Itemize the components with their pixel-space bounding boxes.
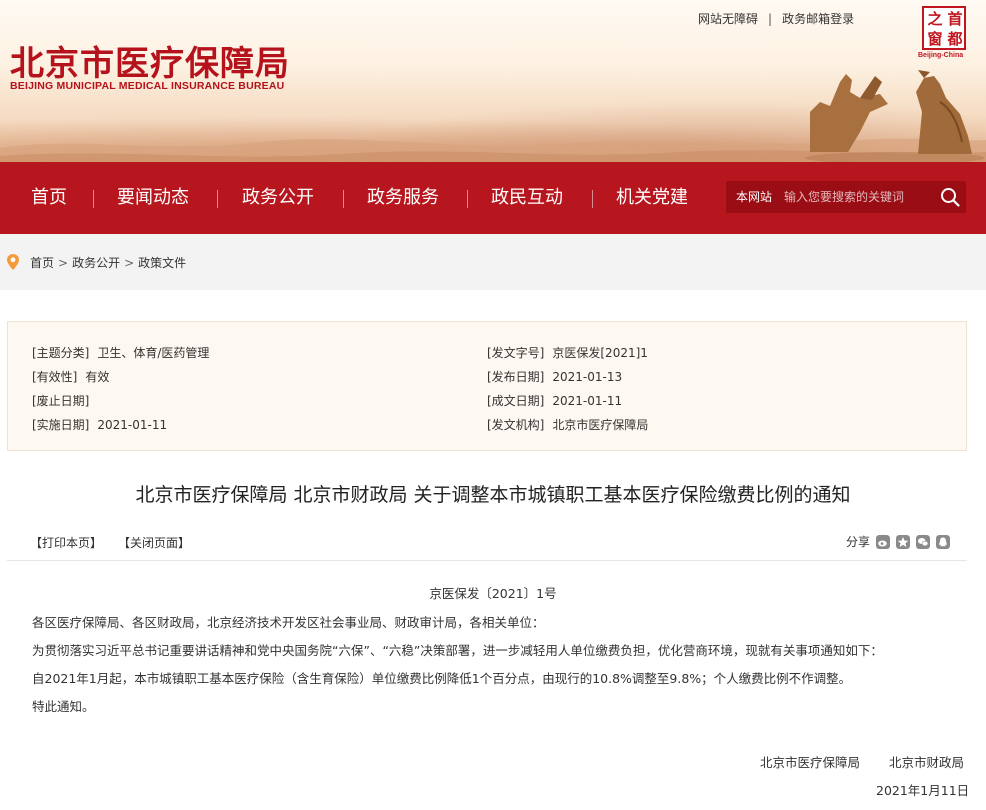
nav-item-gov-service[interactable]: 政务服务 — [367, 162, 439, 234]
search-icon[interactable] — [936, 183, 964, 211]
paragraph-closing: 特此通知。 — [32, 699, 95, 714]
nav-item-interaction[interactable]: 政民互动 — [491, 162, 563, 234]
site-logo-title[interactable]: 北京市医疗保障局 — [10, 36, 290, 85]
paragraph-background: 为贯彻落实习近平总书记重要讲话精神和党中央国务院“六保”、“六稳”决策部署，进一… — [32, 643, 883, 658]
breadcrumb-gov-info[interactable]: 政务公开 — [72, 256, 120, 270]
seal-char: 之 — [927, 10, 943, 28]
qq-icon[interactable] — [936, 534, 951, 549]
meta-value: 北京市医疗保障局 — [552, 418, 649, 432]
meta-key: [发文机构] — [487, 418, 545, 432]
meta-value: 2021-01-11 — [97, 418, 168, 432]
meta-validity: [有效性] 有效 — [32, 368, 109, 385]
meta-key: [成文日期] — [487, 394, 545, 408]
nav-item-home[interactable]: 首页 — [31, 162, 67, 234]
meta-value: 卫生、体育/医药管理 — [97, 346, 210, 360]
paragraph-recipients: 各区医疗保障局、各区财政局，北京经济技术开发区社会事业局、财政审计局，各相关单位… — [32, 615, 545, 630]
breadcrumb-separator: > — [58, 256, 69, 270]
article-title: 北京市医疗保障局 北京市财政局 关于调整本市城镇职工基本医疗保险缴费比例的通知 — [135, 484, 851, 506]
site-header: 北京市医疗保障局 BEIJING MUNICIPAL MEDICAL INSUR… — [0, 0, 986, 162]
capital-window-seal[interactable]: 之 首 窗 都 — [922, 6, 966, 50]
breadcrumb-bar: 首页 > 政务公开 > 政策文件 — [0, 234, 986, 290]
search-input[interactable] — [784, 185, 932, 209]
breadcrumb: 首页 > 政务公开 > 政策文件 — [30, 254, 186, 271]
document-number: 京医保发〔2021〕1号 — [429, 586, 557, 601]
seal-char: 首 — [947, 10, 963, 28]
breadcrumb-home[interactable]: 首页 — [30, 256, 54, 270]
qzone-icon[interactable] — [896, 534, 911, 549]
nav-divider — [343, 190, 344, 208]
share-bar: 分享 — [846, 533, 951, 550]
breadcrumb-separator: > — [124, 256, 135, 270]
weibo-icon[interactable] — [876, 534, 891, 549]
search-scope-select[interactable]: 本网站 — [728, 181, 780, 213]
meta-key: [主题分类] — [32, 346, 90, 360]
seal-label: Beijing-China — [918, 52, 964, 59]
meta-publish-date: [发布日期] 2021-01-13 — [487, 368, 622, 385]
document-metadata: [主题分类] 卫生、体育/医药管理 [有效性] 有效 [废止日期] [实施日期] 20… — [7, 321, 967, 451]
nav-item-gov-info[interactable]: 政务公开 — [242, 162, 314, 234]
location-pin-icon — [7, 254, 19, 270]
paragraph-policy: 自2021年1月起，本市城镇职工基本医疗保险（含生育保险）单位缴费比例降低1个百… — [32, 671, 852, 686]
meta-topic: [主题分类] 卫生、体育/医药管理 — [32, 344, 209, 361]
meta-repeal-date: [废止日期] — [32, 392, 97, 409]
seal-char: 都 — [947, 30, 963, 48]
meta-value: 有效 — [85, 370, 110, 384]
meta-key: [发布日期] — [487, 370, 545, 384]
nav-divider — [93, 190, 94, 208]
wechat-icon[interactable] — [916, 534, 931, 549]
meta-effective-date: [实施日期] 2021-01-11 — [32, 416, 167, 433]
nav-item-party[interactable]: 机关党建 — [616, 162, 688, 234]
document-date: 2021年1月11日 — [876, 783, 970, 798]
close-page-button[interactable]: 【关闭页面】 — [124, 536, 190, 550]
nav-divider — [217, 190, 218, 208]
site-search: 本网站 — [726, 181, 966, 213]
article-tools: 【打印本页】 【关闭页面】 — [30, 534, 212, 551]
nav-divider — [592, 190, 593, 208]
seal-char: 窗 — [927, 30, 943, 48]
print-page-button[interactable]: 【打印本页】 — [30, 536, 102, 550]
top-links: 网站无障碍 | 政务邮箱登录 — [698, 10, 854, 27]
meta-doc-number: [发文字号] 京医保发[2021]1 — [487, 344, 648, 361]
mail-login-link[interactable]: 政务邮箱登录 — [782, 10, 854, 27]
signer-finance-bureau: 北京市财政局 — [889, 755, 965, 770]
breadcrumb-policy-docs[interactable]: 政策文件 — [138, 256, 186, 270]
signer-medical-bureau: 北京市医疗保障局 — [760, 755, 861, 770]
meta-value: 2021-01-13 — [552, 370, 623, 384]
meta-value: 京医保发[2021]1 — [552, 346, 648, 360]
meta-issuer: [发文机构] 北京市医疗保障局 — [487, 416, 648, 433]
share-label: 分享 — [846, 535, 871, 549]
nav-item-news[interactable]: 要闻动态 — [117, 162, 189, 234]
meta-value: 2021-01-11 — [552, 394, 623, 408]
meta-key: [废止日期] — [32, 394, 90, 408]
content-divider — [7, 560, 967, 561]
accessibility-link[interactable]: 网站无障碍 — [698, 10, 758, 27]
meta-key: [发文字号] — [487, 346, 545, 360]
site-logo-subtitle: BEIJING MUNICIPAL MEDICAL INSURANCE BURE… — [10, 80, 285, 92]
meta-key: [实施日期] — [32, 418, 90, 432]
nav-divider — [467, 190, 468, 208]
meta-written-date: [成文日期] 2021-01-11 — [487, 392, 622, 409]
bronze-statues-image — [805, 70, 985, 162]
top-link-separator: | — [768, 12, 773, 26]
meta-key: [有效性] — [32, 370, 78, 384]
